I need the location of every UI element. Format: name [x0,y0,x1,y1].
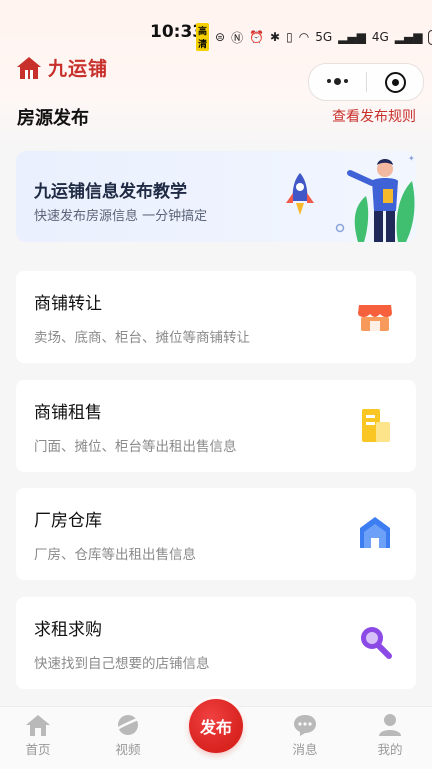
category-title: 求租求购 [34,620,102,640]
building-icon [362,409,390,442]
page-title: 房源发布 [17,108,89,129]
category-title: 商铺转让 [34,294,102,314]
dot-icon [327,79,331,84]
bluetooth-icon: ✱ [270,30,281,44]
category-desc: 快速找到自己想要的店铺信息 [34,656,210,672]
status-bar: 10:33 高清 ⊜ Ⓝ ⏰ ✱ ▯ ◠ 5G▂▄▆ 4G▂▄▆ 54 [0,0,432,51]
user-icon [379,714,401,736]
banner-subtitle: 快速发布房源信息 一分钟搞定 [34,209,208,224]
hd-badge: 高清 [196,23,210,51]
banner-illustration: ✦ [286,154,415,242]
signal-5g: 5G [315,30,333,44]
publish-button[interactable]: 发布 [186,696,246,756]
category-desc: 厂房、仓库等出租出售信息 [34,547,196,563]
category-desc: 门面、摊位、柜台等出租出售信息 [34,439,237,455]
tab-mine[interactable]: 我的 [360,713,420,758]
shop-icon [358,305,392,331]
category-card-factory-warehouse[interactable]: 厂房仓库 厂房、仓库等出租出售信息 [16,488,416,580]
tab-home[interactable]: 首页 [8,713,68,758]
target-icon [384,71,406,93]
close-miniprogram-button[interactable] [367,71,423,93]
tab-label: 首页 [25,742,51,757]
brand-logo: 九运铺 [16,54,108,81]
status-icons: 高清 ⊜ Ⓝ ⏰ ✱ ▯ ◠ 5G ▂▄▆ 4G ▂▄▆ 54 [196,23,432,51]
home-icon [26,715,50,736]
message-icon [294,715,316,736]
rocket-icon [286,173,314,215]
miniprogram-capsule [308,63,424,101]
tab-messages[interactable]: 消息 [275,713,335,758]
category-card-shop-lease[interactable]: 商铺租售 门面、摊位、柜台等出租出售信息 [16,380,416,472]
tab-video[interactable]: 视频 [98,713,158,758]
alarm-icon: ⏰ [249,30,265,44]
signal-4g: 4G [371,30,389,44]
brand-name: 九运铺 [48,58,109,80]
tab-label: 消息 [292,742,318,757]
dot-icon [344,79,348,84]
view-rules-link[interactable]: 查看发布规则 [332,106,416,126]
video-planet-icon [116,715,141,735]
sync-icon: ⊜ [215,30,226,44]
category-card-want-to-rent[interactable]: 求租求购 快速找到自己想要的店铺信息 [16,597,416,689]
vibrate-icon: ▯ [286,30,293,44]
banner-title: 九运铺信息发布教学 [34,182,187,202]
search-icon [361,627,392,659]
publish-label: 发布 [189,699,243,753]
signal-bars-icon: ▂▄▆ [394,30,423,44]
battery-icon: 54 [428,29,432,45]
dot-icon [334,77,341,85]
signal-bars-icon: ▂▄▆ [338,30,366,44]
more-button[interactable] [309,77,366,85]
tab-label: 视频 [115,742,141,757]
category-title: 商铺租售 [34,403,102,423]
category-title: 厂房仓库 [34,511,102,531]
house-logo-icon [17,56,41,79]
svg-text:✦: ✦ [408,154,415,163]
wifi-icon: ◠ [298,30,310,44]
category-desc: 卖场、底商、柜台、摊位等商铺转让 [34,330,250,346]
category-card-shop-transfer[interactable]: 商铺转让 卖场、底商、柜台、摊位等商铺转让 [16,271,416,363]
tab-label: 我的 [377,742,403,757]
tutorial-banner[interactable]: 九运铺信息发布教学 快速发布房源信息 一分钟搞定 ✦ [16,151,416,242]
nfc-icon: Ⓝ [231,30,244,45]
warehouse-icon [360,517,390,548]
